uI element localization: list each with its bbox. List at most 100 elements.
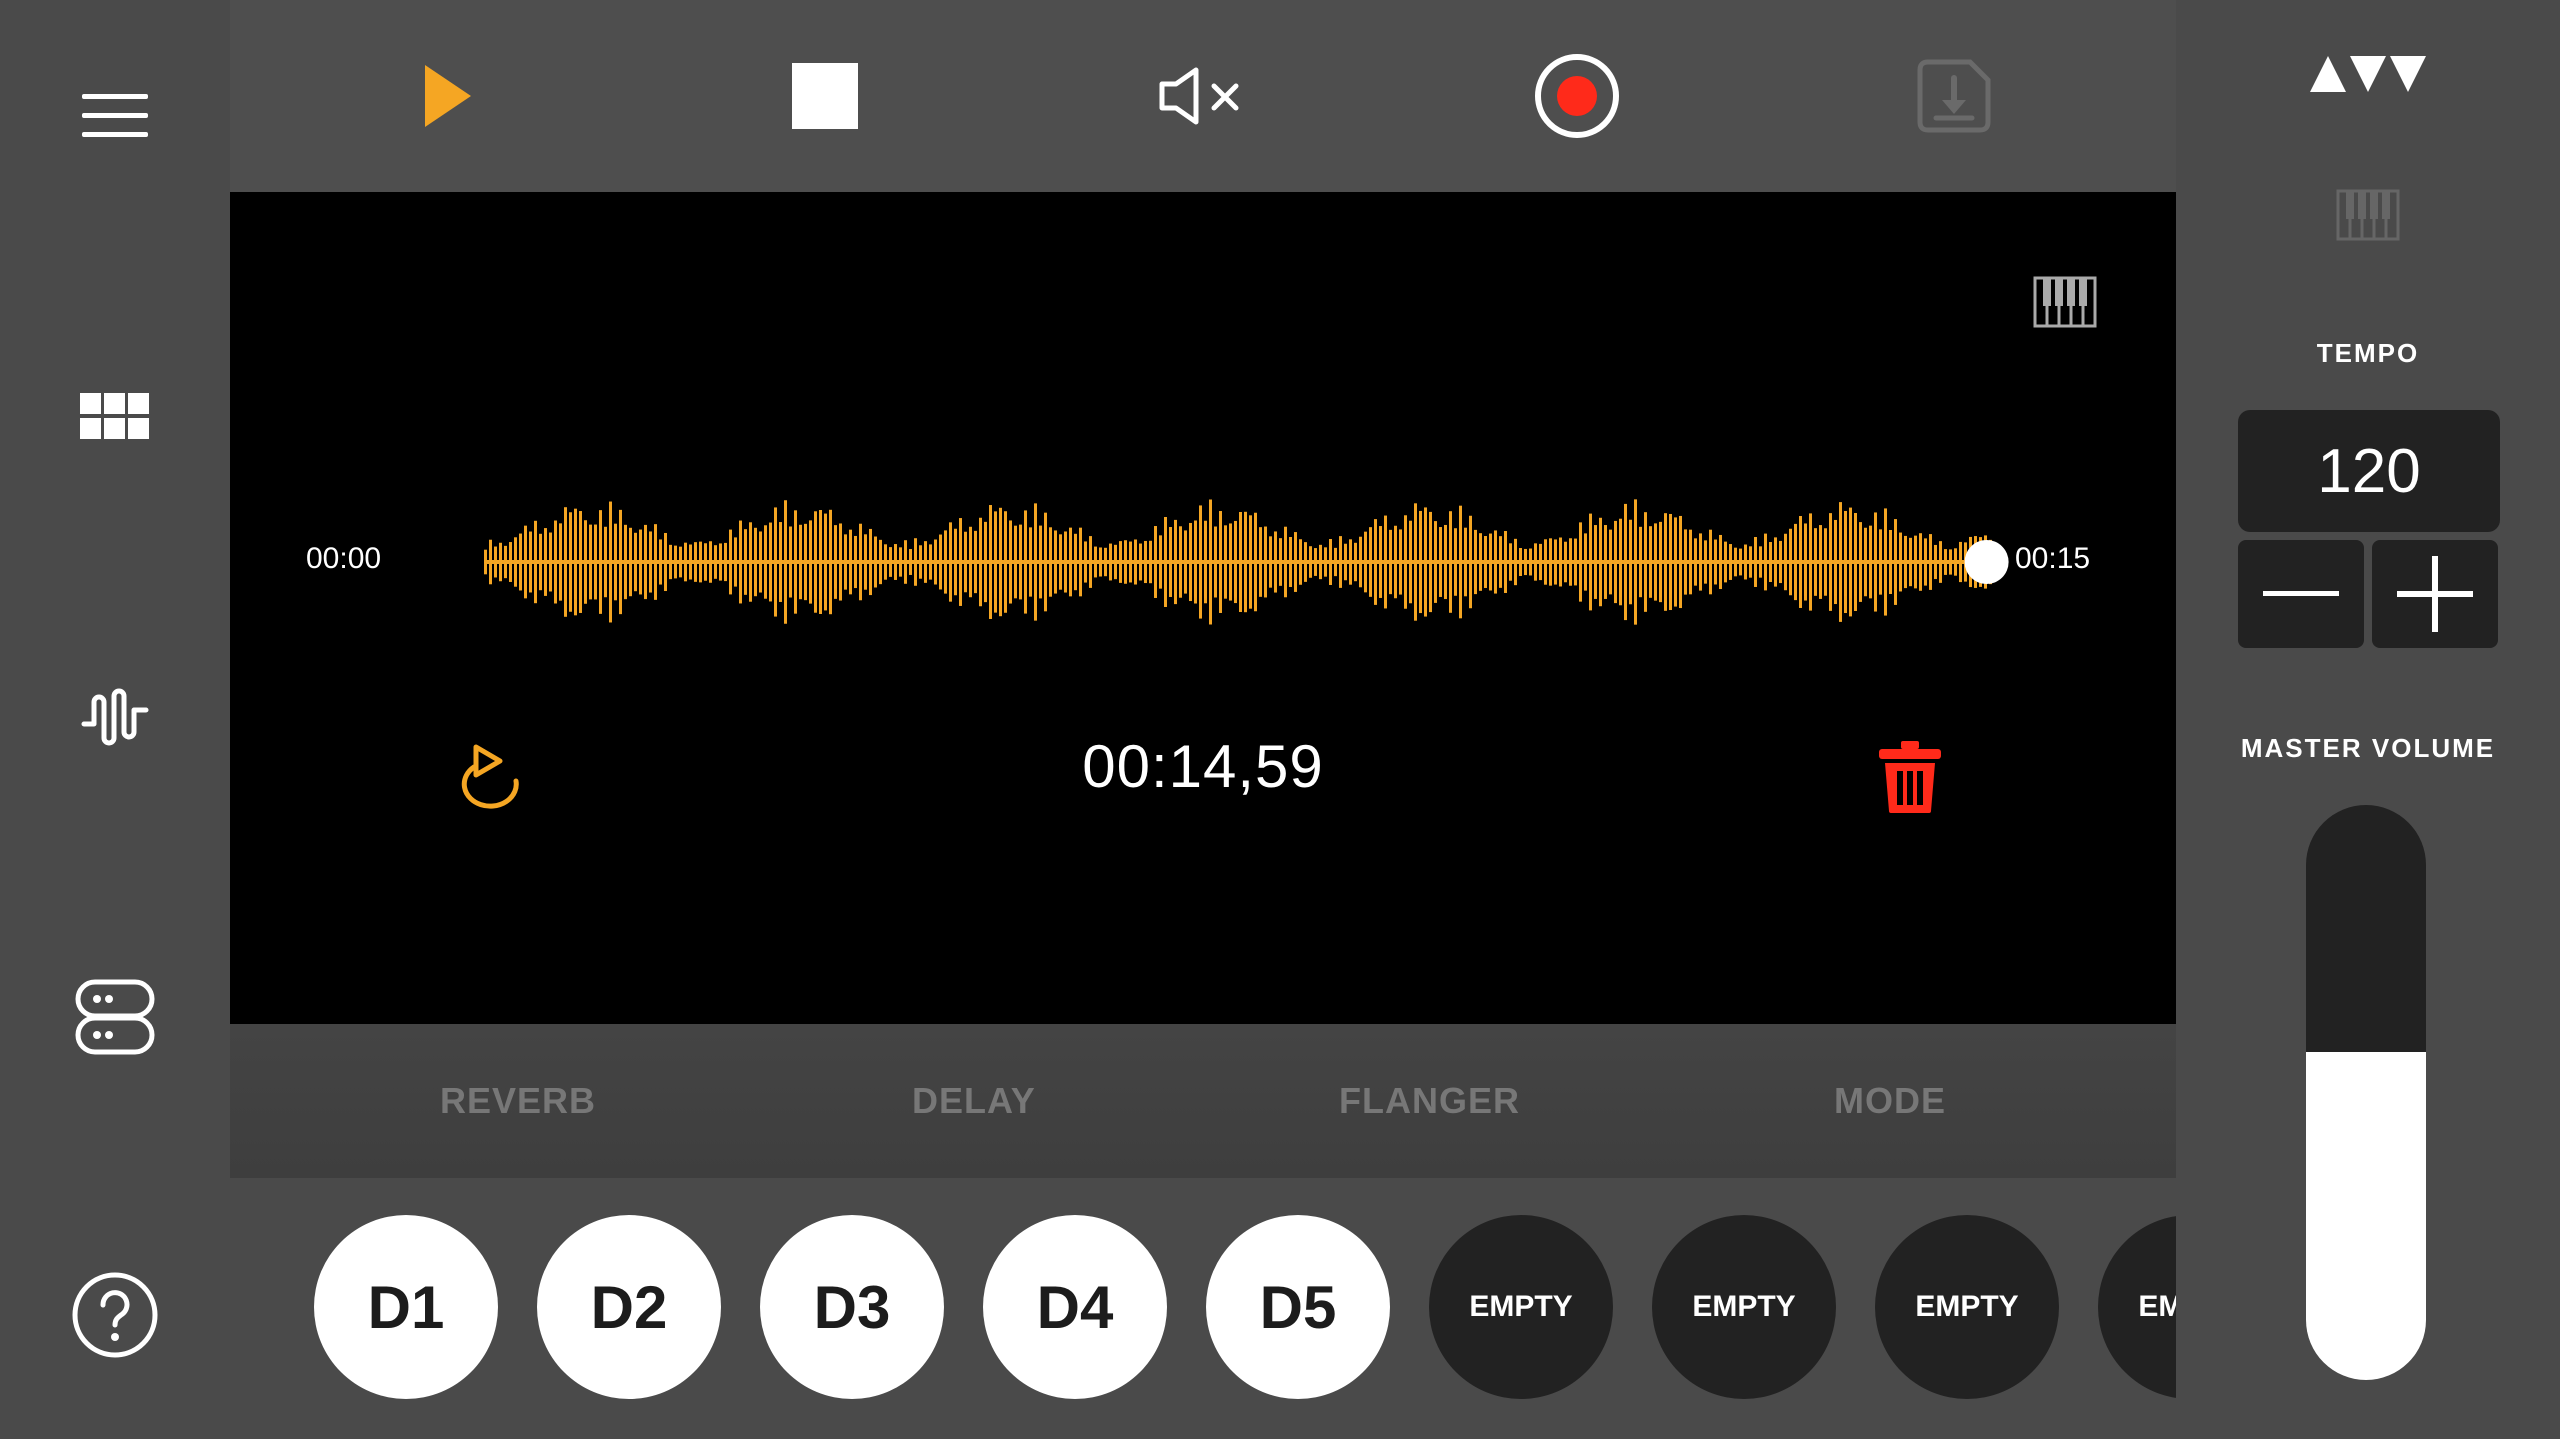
waveform-bar bbox=[1784, 533, 1787, 591]
waveform-bar bbox=[839, 523, 842, 601]
waveform-bar bbox=[1884, 508, 1887, 616]
pad-d4[interactable]: D4 bbox=[983, 1215, 1167, 1399]
pad-empty-6[interactable]: EMPTY bbox=[1429, 1215, 1613, 1399]
switch-button[interactable] bbox=[55, 957, 175, 1077]
waveform-bar bbox=[1434, 521, 1437, 603]
sampler-button[interactable] bbox=[55, 657, 175, 777]
tempo-value[interactable]: 120 bbox=[2238, 410, 2500, 532]
waveform-bar bbox=[1049, 527, 1052, 597]
waveform-bar bbox=[679, 546, 682, 578]
pad-d3[interactable]: D3 bbox=[760, 1215, 944, 1399]
tab-mode[interactable]: MODE bbox=[1834, 1080, 1946, 1122]
waveform-bar bbox=[1374, 519, 1377, 605]
waveform-bar bbox=[1734, 547, 1737, 577]
pad-empty-9[interactable]: EMPTY bbox=[2098, 1215, 2176, 1399]
waveform-bar bbox=[559, 523, 562, 601]
waveform-bar bbox=[1754, 537, 1757, 587]
waveform-bar bbox=[1544, 539, 1547, 585]
pads-grid-button[interactable] bbox=[55, 357, 175, 477]
waveform-bar bbox=[1174, 519, 1177, 605]
waveform-bar bbox=[1569, 538, 1572, 586]
waveform-bar bbox=[549, 532, 552, 592]
waveform-bar bbox=[1534, 543, 1537, 581]
waveform-bar bbox=[1074, 533, 1077, 591]
waveform-bar bbox=[1874, 512, 1877, 612]
waveform-bar bbox=[789, 526, 792, 598]
waveform-bar bbox=[1044, 512, 1047, 612]
waveform-bar bbox=[1014, 525, 1017, 599]
waveform-bar bbox=[1719, 534, 1722, 590]
waveform-bar bbox=[1039, 525, 1042, 599]
waveform-bar bbox=[1674, 517, 1677, 607]
waveform-bar bbox=[979, 517, 982, 607]
waveform-bar bbox=[1894, 519, 1897, 605]
tab-delay[interactable]: DELAY bbox=[912, 1080, 1036, 1122]
waveform-bar bbox=[1329, 539, 1332, 585]
waveform-bar bbox=[874, 536, 877, 588]
waveform-bar bbox=[1709, 529, 1712, 595]
waveform-bar bbox=[569, 512, 572, 612]
waveform-bar bbox=[649, 531, 652, 593]
waveform-bar bbox=[944, 530, 947, 594]
waveform-bar bbox=[914, 538, 917, 586]
grid-icon bbox=[80, 393, 149, 439]
delete-button[interactable] bbox=[1860, 732, 1960, 822]
waveform-bar bbox=[1124, 540, 1127, 584]
waveform-bar bbox=[949, 522, 952, 602]
waveform-bar bbox=[1139, 543, 1142, 581]
master-volume-slider[interactable] bbox=[2306, 805, 2426, 1380]
waveform-bar bbox=[1339, 536, 1342, 588]
waveform-bar bbox=[564, 507, 567, 617]
waveform-bar bbox=[959, 518, 962, 606]
mute-button[interactable] bbox=[1143, 36, 1263, 156]
waveform-bar bbox=[504, 545, 507, 579]
play-button[interactable] bbox=[387, 36, 507, 156]
pad-empty-8[interactable]: EMPTY bbox=[1875, 1215, 2059, 1399]
app-root: 00:00 00:15 00:14,59 REVERB DELAY FLANGE… bbox=[0, 0, 2560, 1439]
waveform-bar bbox=[1659, 521, 1662, 603]
waveform[interactable] bbox=[440, 482, 2040, 642]
tempo-increase-button[interactable] bbox=[2372, 540, 2498, 648]
waveform-bar bbox=[1324, 547, 1327, 577]
waveform-bar bbox=[1639, 526, 1642, 598]
waveform-bar bbox=[544, 528, 547, 596]
waveform-bar bbox=[614, 523, 617, 601]
waveform-bar bbox=[1529, 548, 1532, 576]
tab-flanger[interactable]: FLANGER bbox=[1339, 1080, 1520, 1122]
waveform-bar bbox=[1519, 548, 1522, 576]
waveform-bar bbox=[1179, 526, 1182, 598]
waveform-bar bbox=[904, 540, 907, 584]
help-button[interactable] bbox=[55, 1255, 175, 1375]
tempo-decrease-button[interactable] bbox=[2238, 540, 2364, 648]
waveform-bar bbox=[499, 542, 502, 582]
speaker-mute-icon bbox=[1159, 67, 1239, 125]
save-button[interactable] bbox=[1894, 36, 2014, 156]
keyboard-panel-button[interactable] bbox=[2328, 180, 2408, 250]
waveform-bar bbox=[1744, 544, 1747, 580]
waveform-bar bbox=[1759, 546, 1762, 578]
menu-icon bbox=[82, 94, 148, 137]
waveform-bar bbox=[1794, 523, 1797, 601]
waveform-bar bbox=[1189, 522, 1192, 602]
pad-d2[interactable]: D2 bbox=[537, 1215, 721, 1399]
waveform-bar bbox=[729, 529, 732, 595]
stop-button[interactable] bbox=[765, 36, 885, 156]
keyboard-toggle-button[interactable] bbox=[2030, 272, 2100, 332]
waveform-bar bbox=[1344, 543, 1347, 581]
waveform-bar bbox=[1714, 539, 1717, 585]
waveform-bar bbox=[684, 542, 687, 582]
menu-button[interactable] bbox=[55, 56, 175, 176]
waveform-bar bbox=[1724, 541, 1727, 583]
waveform-bar bbox=[1219, 511, 1222, 613]
waveform-bar bbox=[669, 544, 672, 580]
pad-empty-7[interactable]: EMPTY bbox=[1652, 1215, 1836, 1399]
waveform-bar bbox=[519, 533, 522, 591]
waveform-bar bbox=[1279, 538, 1282, 586]
waveform-bar bbox=[664, 532, 667, 592]
pad-d1[interactable]: D1 bbox=[314, 1215, 498, 1399]
pad-d5[interactable]: D5 bbox=[1206, 1215, 1390, 1399]
tab-reverb[interactable]: REVERB bbox=[440, 1080, 596, 1122]
time-end-label: 00:15 bbox=[2015, 542, 2091, 575]
waveform-bar bbox=[1489, 533, 1492, 591]
record-button[interactable] bbox=[1517, 36, 1637, 156]
